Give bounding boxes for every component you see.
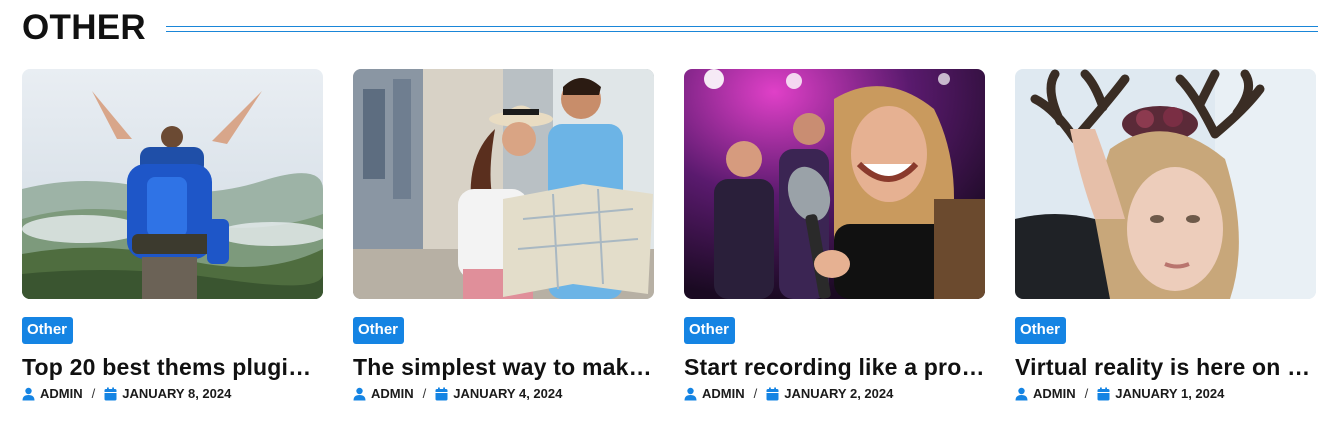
antler-woman-image: [1015, 69, 1316, 299]
post-date[interactable]: JANUARY 1, 2024: [1115, 386, 1224, 402]
category-badge[interactable]: Other: [1015, 317, 1067, 344]
user-icon: [353, 387, 366, 401]
post-date[interactable]: JANUARY 4, 2024: [453, 386, 562, 402]
post-card: Other The simplest way to make travel pl…: [353, 69, 654, 402]
post-meta: ADMIN / JANUARY 4, 2024: [353, 386, 654, 402]
post-meta: ADMIN / JANUARY 8, 2024: [22, 386, 323, 402]
section-divider: [166, 26, 1318, 32]
couple-map-image: [353, 69, 654, 299]
post-title[interactable]: Virtual reality is here on the market: [1015, 353, 1316, 381]
section-title: OTHER: [22, 8, 146, 47]
calendar-icon: [104, 387, 117, 401]
user-icon: [684, 387, 697, 401]
post-author[interactable]: ADMIN: [702, 386, 745, 402]
user-icon: [22, 387, 35, 401]
meta-separator: /: [422, 386, 427, 401]
other-posts-section: OTHER Other Top 20 best thems plugins AD…: [0, 0, 1344, 444]
singer-image: [684, 69, 985, 299]
post-thumbnail[interactable]: [684, 69, 985, 299]
post-thumbnail[interactable]: [353, 69, 654, 299]
calendar-icon: [766, 387, 779, 401]
category-badge[interactable]: Other: [22, 317, 74, 344]
post-title[interactable]: The simplest way to make travel plans: [353, 353, 654, 381]
section-header: OTHER: [22, 8, 1318, 48]
post-title[interactable]: Top 20 best thems plugins for WordPress: [22, 353, 323, 381]
user-icon: [1015, 387, 1028, 401]
post-title[interactable]: Start recording like a pro singer: [684, 353, 985, 381]
category-badge[interactable]: Other: [684, 317, 736, 344]
post-card: Other Top 20 best thems plugins for Word…: [22, 69, 323, 402]
post-author[interactable]: ADMIN: [371, 386, 414, 402]
post-meta: ADMIN / JANUARY 1, 2024: [1015, 386, 1316, 402]
hiker-image: [22, 69, 323, 299]
meta-separator: /: [1084, 386, 1089, 401]
post-meta: ADMIN / JANUARY 2, 2024: [684, 386, 985, 402]
post-author[interactable]: ADMIN: [1033, 386, 1076, 402]
post-grid: Other Top 20 best thems plugins for Word…: [22, 69, 1318, 402]
post-date[interactable]: JANUARY 8, 2024: [122, 386, 231, 402]
meta-separator: /: [91, 386, 96, 401]
post-thumbnail[interactable]: [1015, 69, 1316, 299]
post-card: Other Start recording like a pro singer …: [684, 69, 985, 402]
calendar-icon: [435, 387, 448, 401]
category-badge[interactable]: Other: [353, 317, 405, 344]
post-author[interactable]: ADMIN: [40, 386, 83, 402]
post-card: Other Virtual reality is here on the mar…: [1015, 69, 1316, 402]
calendar-icon: [1097, 387, 1110, 401]
post-date[interactable]: JANUARY 2, 2024: [784, 386, 893, 402]
meta-separator: /: [753, 386, 758, 401]
post-thumbnail[interactable]: [22, 69, 323, 299]
